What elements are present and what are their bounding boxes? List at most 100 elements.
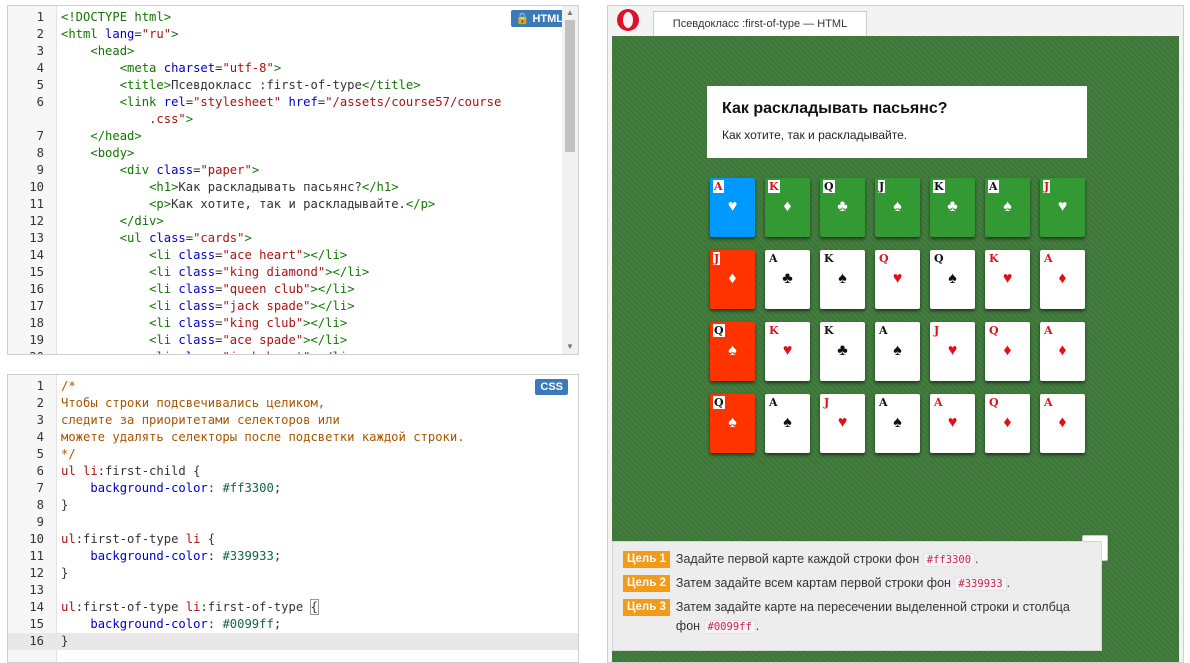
code-line[interactable]: 20 <li class="jack heart"></li>: [8, 349, 578, 354]
code-text[interactable]: </head>: [61, 128, 141, 145]
code-text[interactable]: background-color: #0099ff;: [61, 616, 281, 633]
card-rank: Q: [989, 324, 999, 337]
code-text[interactable]: </div>: [61, 213, 164, 230]
code-line[interactable]: 12}: [8, 565, 578, 582]
code-line[interactable]: 10 <h1>Как раскладывать пасьянс?</h1>: [8, 179, 578, 196]
line-number: 5: [36, 447, 44, 461]
code-line[interactable]: 7 background-color: #ff3300;: [8, 480, 578, 497]
card-rank: A: [934, 396, 943, 409]
code-text[interactable]: <li class="jack heart"></li>: [61, 349, 354, 354]
code-line[interactable]: 3 <head>: [8, 43, 578, 60]
code-text[interactable]: <html lang="ru">: [61, 26, 178, 43]
code-text[interactable]: <h1>Как раскладывать пасьянс?</h1>: [61, 179, 398, 196]
code-text[interactable]: }: [61, 497, 68, 514]
code-line[interactable]: 4 <meta charset="utf-8">: [8, 60, 578, 77]
code-text[interactable]: <link rel="stylesheet" href="/assets/cou…: [61, 94, 502, 111]
browser-tab[interactable]: Псевдокласс :first-of-type — HTML: [653, 11, 867, 36]
line-number: 14: [29, 600, 44, 614]
code-line[interactable]: 2 Чтобы строки подсвечивались целиком,: [8, 395, 578, 412]
card-suit-icon: ♥: [947, 342, 958, 359]
code-line[interactable]: 8}: [8, 497, 578, 514]
browser-bar: Псевдокласс :first-of-type — HTML: [608, 6, 1183, 36]
css-editor[interactable]: 1 /* 2 Чтобы строки подсвечивались целиком,…: [7, 374, 579, 663]
code-line[interactable]: 4 можете удалять селекторы после подсветк…: [8, 429, 578, 446]
code-text[interactable]: ul:first-of-type li {: [61, 531, 215, 548]
code-line[interactable]: 5 <title>Псевдокласс :first-of-type</tit…: [8, 77, 578, 94]
code-line[interactable]: 12 </div>: [8, 213, 578, 230]
code-text[interactable]: <p>Как хотите, так и раскладывайте.</p>: [61, 196, 435, 213]
line-number: 13: [29, 231, 44, 245]
scroll-thumb[interactable]: [565, 20, 575, 152]
card-rank: A: [713, 180, 724, 193]
code-text[interactable]: <li class="jack spade"></li>: [61, 298, 354, 315]
code-text[interactable]: }: [61, 633, 68, 650]
code-line[interactable]: 1 <!DOCTYPE html>: [8, 9, 578, 26]
code-text[interactable]: <meta charset="utf-8">: [61, 60, 281, 77]
scroll-up-icon[interactable]: ▲: [562, 6, 578, 20]
code-line[interactable]: 13 <ul class="cards">: [8, 230, 578, 247]
scrollbar[interactable]: ▲ ▼: [562, 6, 578, 354]
code-line[interactable]: 11 <p>Как хотите, так и раскладывайте.</…: [8, 196, 578, 213]
card-rank: A: [1044, 252, 1053, 265]
card-suit-icon: ♦: [783, 198, 792, 215]
code-line[interactable]: 1 /*: [8, 378, 578, 395]
code-text[interactable]: можете удалять селекторы после подсветки…: [61, 429, 465, 446]
code-text[interactable]: следите за приоритетами селекторов или: [61, 412, 340, 429]
code-line[interactable]: 9 <div class="paper">: [8, 162, 578, 179]
code-line[interactable]: 16 <li class="queen club"></li>: [8, 281, 578, 298]
code-line[interactable]: 16}: [8, 633, 578, 650]
code-line[interactable]: 9: [8, 514, 578, 531]
code-line[interactable]: 7 </head>: [8, 128, 578, 145]
code-text[interactable]: <li class="king club"></li>: [61, 315, 347, 332]
card-rank: K: [824, 324, 834, 337]
code-text[interactable]: <ul class="cards">: [61, 230, 252, 247]
card-suit-icon: ♥: [727, 198, 738, 215]
card-suit-icon: ♣: [782, 270, 793, 287]
code-text[interactable]: <li class="ace spade"></li>: [61, 332, 347, 349]
code-text[interactable]: ul:first-of-type li:first-of-type {: [61, 599, 319, 616]
playing-card: A ♦: [1040, 394, 1085, 453]
code-line[interactable]: 11 background-color: #339933;: [8, 548, 578, 565]
code-line[interactable]: 17 <li class="jack spade"></li>: [8, 298, 578, 315]
code-line[interactable]: 6 <link rel="stylesheet" href="/assets/c…: [8, 94, 578, 111]
code-text[interactable]: */: [61, 446, 76, 463]
code-text[interactable]: Чтобы строки подсвечивались целиком,: [61, 395, 325, 412]
code-line[interactable]: 18 <li class="king club"></li>: [8, 315, 578, 332]
code-text[interactable]: <!DOCTYPE html>: [61, 9, 171, 26]
code-text[interactable]: /*: [61, 378, 76, 395]
code-text[interactable]: <li class="ace heart"></li>: [61, 247, 347, 264]
code-text[interactable]: <head>: [61, 43, 134, 60]
code-line[interactable]: 3 следите за приоритетами селекторов или: [8, 412, 578, 429]
code-text[interactable]: <li class="queen club"></li>: [61, 281, 354, 298]
code-line[interactable]: 14 ul:first-of-type li:first-of-type {: [8, 599, 578, 616]
code-line[interactable]: 19 <li class="ace spade"></li>: [8, 332, 578, 349]
code-text[interactable]: background-color: #ff3300;: [61, 480, 281, 497]
line-number: 2: [36, 396, 44, 410]
code-lines[interactable]: 1 /* 2 Чтобы строки подсвечивались целиком,…: [8, 378, 578, 650]
code-line[interactable]: 8 <body>: [8, 145, 578, 162]
code-text[interactable]: background-color: #339933;: [61, 548, 281, 565]
code-text[interactable]: <title>Псевдокласс :first-of-type</title…: [61, 77, 421, 94]
code-lines[interactable]: 1 <!DOCTYPE html> 2 <html lang="ru"> 3 <head…: [8, 9, 578, 354]
code-text[interactable]: ul li:first-child {: [61, 463, 200, 480]
scroll-down-icon[interactable]: ▼: [562, 340, 578, 354]
code-text[interactable]: <div class="paper">: [61, 162, 259, 179]
html-editor[interactable]: 1 <!DOCTYPE html> 2 <html lang="ru"> 3 <head…: [7, 5, 579, 355]
color-code: #339933: [954, 577, 1007, 591]
code-line[interactable]: 13: [8, 582, 578, 599]
code-line[interactable]: 14 <li class="ace heart"></li>: [8, 247, 578, 264]
playing-card: K ♣: [820, 322, 865, 381]
code-line[interactable]: 10 ul:first-of-type li {: [8, 531, 578, 548]
code-line[interactable]: 15 background-color: #0099ff;: [8, 616, 578, 633]
code-text[interactable]: .css">: [61, 111, 193, 128]
code-line[interactable]: 5 */: [8, 446, 578, 463]
code-line[interactable]: 2 <html lang="ru">: [8, 26, 578, 43]
card-rank: K: [768, 180, 780, 193]
code-line[interactable]: 6 ul li:first-child {: [8, 463, 578, 480]
code-text[interactable]: }: [61, 565, 68, 582]
code-line[interactable]: .css">: [8, 111, 578, 128]
card-rank: A: [769, 396, 778, 409]
code-text[interactable]: <body>: [61, 145, 134, 162]
code-text[interactable]: <li class="king diamond"></li>: [61, 264, 369, 281]
code-line[interactable]: 15 <li class="king diamond"></li>: [8, 264, 578, 281]
